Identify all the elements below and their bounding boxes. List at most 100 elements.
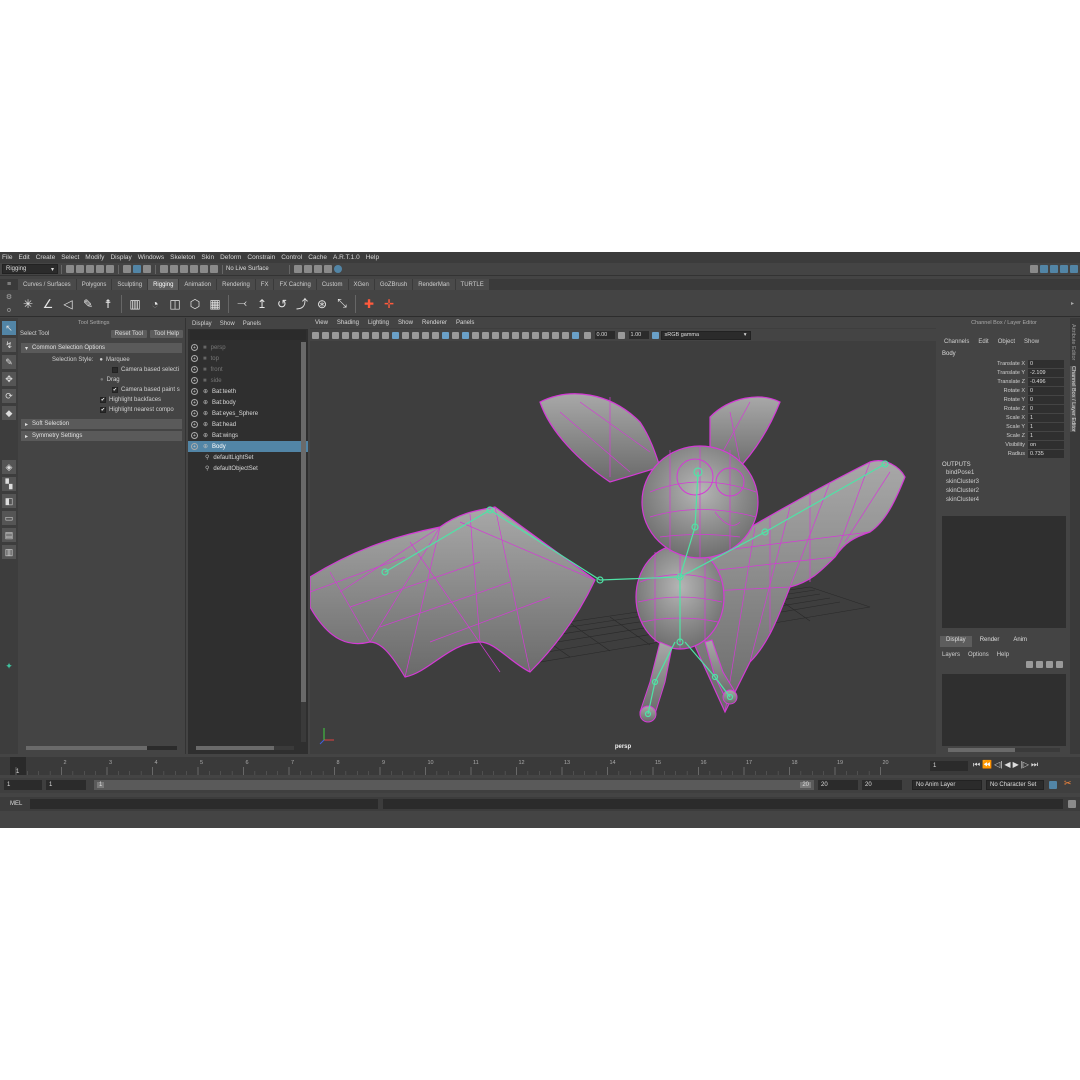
channel-row[interactable]: Scale Y1 bbox=[938, 422, 1070, 431]
xray-active-icon[interactable] bbox=[561, 331, 569, 339]
persp-outliner-icon[interactable]: ◧ bbox=[2, 494, 16, 508]
channel-row[interactable]: Translate Z -0.496 bbox=[938, 377, 1070, 386]
viewport-menu-renderer[interactable]: Renderer bbox=[422, 320, 447, 326]
camera-attr-icon[interactable] bbox=[321, 331, 329, 339]
go-to-start-icon[interactable]: ⏮ bbox=[973, 760, 980, 770]
expand-icon[interactable]: + bbox=[191, 377, 198, 384]
shelf-tab-rendering[interactable]: Rendering bbox=[217, 279, 255, 290]
resolution-gate-icon[interactable] bbox=[391, 331, 399, 339]
menu-item-control[interactable]: Control bbox=[281, 254, 302, 261]
use-lights-icon[interactable] bbox=[491, 331, 499, 339]
shelf-tab-rigging[interactable]: Rigging bbox=[148, 279, 179, 290]
step-back-key-icon[interactable]: ⏪ bbox=[982, 760, 992, 770]
open-scene-icon[interactable] bbox=[76, 265, 84, 273]
scene-canvas[interactable] bbox=[310, 342, 936, 754]
layer-up-icon[interactable] bbox=[1025, 661, 1033, 668]
joint-tool-icon[interactable]: ✳ bbox=[20, 296, 36, 312]
shelf-tab-curves-surfaces[interactable]: Curves / Surfaces bbox=[18, 279, 76, 290]
shelf-tab-sculpting[interactable]: Sculpting bbox=[112, 279, 148, 290]
expand-icon[interactable]: + bbox=[191, 443, 198, 450]
orient-constraint-icon[interactable]: ↺ bbox=[274, 296, 290, 312]
snap-magnet-icon[interactable] bbox=[210, 265, 218, 273]
2d-pan-icon[interactable] bbox=[351, 331, 359, 339]
render-settings-icon[interactable] bbox=[323, 265, 332, 273]
tool-settings-scrollbar[interactable] bbox=[26, 746, 177, 750]
channel-box-menu-show[interactable]: Show bbox=[1024, 339, 1039, 345]
expand-icon[interactable]: + bbox=[191, 388, 198, 395]
field-chart-icon[interactable] bbox=[411, 331, 419, 339]
menu-item-skin[interactable]: Skin bbox=[201, 254, 214, 261]
locator-icon[interactable]: ✚ bbox=[361, 296, 377, 312]
highlight-nearest-checkbox[interactable]: ✔ bbox=[100, 407, 106, 413]
playback-start-field[interactable]: 1 bbox=[46, 780, 86, 790]
channel-box-menu-object[interactable]: Object bbox=[998, 339, 1015, 345]
sculpt-deformer-icon[interactable]: ⬡ bbox=[187, 296, 203, 312]
hypershade-icon[interactable] bbox=[333, 265, 342, 273]
shelf-tab-animation[interactable]: Animation bbox=[179, 279, 217, 290]
viewport-panel[interactable]: View Shading Lighting Show Renderer Panels bbox=[310, 318, 936, 754]
menu-item-deform[interactable]: Deform bbox=[220, 254, 241, 261]
viewport-menu-shading[interactable]: Shading bbox=[337, 320, 359, 326]
shelf-tab-turtle[interactable]: TURTLE bbox=[455, 279, 489, 290]
new-layer-icon[interactable] bbox=[1045, 661, 1053, 668]
channel-row[interactable]: Scale Z1 bbox=[938, 431, 1070, 440]
menu-set-dropdown[interactable]: Rigging ▾ bbox=[2, 264, 58, 274]
four-view-icon[interactable]: ▚ bbox=[2, 477, 16, 491]
play-backward-icon[interactable]: ◀ bbox=[1004, 760, 1010, 770]
layer-menu-layers[interactable]: Layers bbox=[942, 652, 960, 658]
expand-icon[interactable]: + bbox=[191, 399, 198, 406]
extra-layout-icon[interactable]: ▥ bbox=[2, 545, 16, 559]
output-node[interactable]: bindPose1 bbox=[938, 470, 1070, 479]
range-bar[interactable]: 1 20 bbox=[94, 780, 814, 790]
command-input[interactable] bbox=[30, 799, 378, 809]
exposure-field[interactable]: 0.00 bbox=[594, 331, 615, 339]
channel-row[interactable]: Scale X1 bbox=[938, 413, 1070, 422]
channel-value[interactable]: 0 bbox=[1028, 395, 1064, 404]
gamma-icon[interactable] bbox=[618, 331, 625, 339]
outliner-item[interactable]: + ⊕ Bat:teeth bbox=[188, 386, 308, 397]
outliner-item[interactable]: + ⊕ Bat:head bbox=[188, 419, 308, 430]
gate-mask-icon[interactable] bbox=[401, 331, 409, 339]
highlight-backfaces-checkbox[interactable]: ✔ bbox=[100, 397, 106, 403]
outliner-menu-show[interactable]: Show bbox=[220, 321, 235, 327]
menu-item-display[interactable]: Display bbox=[110, 254, 131, 261]
outliner-vscrollbar[interactable] bbox=[301, 342, 306, 742]
shelf-scroll-icon[interactable]: ▸ bbox=[1071, 300, 1077, 307]
channel-box-tab[interactable]: Channel Box / Layer Editor bbox=[1070, 366, 1076, 433]
outliner-item[interactable]: + ⊕ Body bbox=[188, 441, 308, 452]
layer-menu-options[interactable]: Options bbox=[968, 652, 989, 658]
shelf-tab-fx[interactable]: FX bbox=[255, 279, 274, 290]
channel-value[interactable]: 0.735 bbox=[1028, 449, 1064, 458]
channel-value[interactable]: 1 bbox=[1028, 413, 1064, 422]
outliner-menu-display[interactable]: Display bbox=[192, 321, 212, 327]
channel-value[interactable]: -0.496 bbox=[1028, 377, 1064, 386]
play-forward-icon[interactable]: ▶ bbox=[1013, 760, 1019, 770]
outliner-item[interactable]: + ■ side bbox=[188, 375, 308, 386]
output-node[interactable]: skinCluster3 bbox=[938, 479, 1070, 488]
ik-spline-icon[interactable]: ◁ bbox=[60, 296, 76, 312]
channel-row[interactable]: Rotate X0 bbox=[938, 386, 1070, 395]
shadows-icon[interactable] bbox=[501, 331, 509, 339]
channel-value[interactable]: 0 bbox=[1028, 359, 1064, 368]
new-layer-selected-icon[interactable] bbox=[1055, 661, 1063, 668]
outliner-item[interactable]: + ⊕ Bat:eyes_Sphere bbox=[188, 408, 308, 419]
channel-row[interactable]: Rotate Z0 bbox=[938, 404, 1070, 413]
attribute-editor-tab[interactable]: Attribute Editor bbox=[1070, 324, 1076, 360]
wireframe-on-shaded-icon[interactable] bbox=[461, 331, 469, 339]
expand-icon[interactable]: + bbox=[191, 421, 198, 428]
shelf-tab-custom[interactable]: Custom bbox=[316, 279, 348, 290]
expand-icon[interactable]: + bbox=[191, 366, 198, 373]
go-to-end-icon[interactable]: ⏭ bbox=[1031, 760, 1038, 770]
menu-item-select[interactable]: Select bbox=[61, 254, 79, 261]
lasso-tool-icon[interactable]: ↯ bbox=[2, 338, 16, 352]
channel-value[interactable]: 0 bbox=[1028, 404, 1064, 413]
mel-label[interactable]: MEL bbox=[10, 801, 30, 807]
locator-scale-icon[interactable]: ✛ bbox=[381, 296, 397, 312]
menu-item-file[interactable]: File bbox=[2, 254, 12, 261]
anim-layer-dropdown[interactable]: No Anim Layer bbox=[912, 780, 982, 790]
layout-toggle-icon-1[interactable] bbox=[1040, 265, 1048, 273]
safe-action-icon[interactable] bbox=[421, 331, 429, 339]
smooth-shade-icon[interactable] bbox=[451, 331, 459, 339]
viewport-menu-lighting[interactable]: Lighting bbox=[368, 320, 389, 326]
parent-constraint-icon[interactable]: ⤴ bbox=[294, 296, 310, 312]
